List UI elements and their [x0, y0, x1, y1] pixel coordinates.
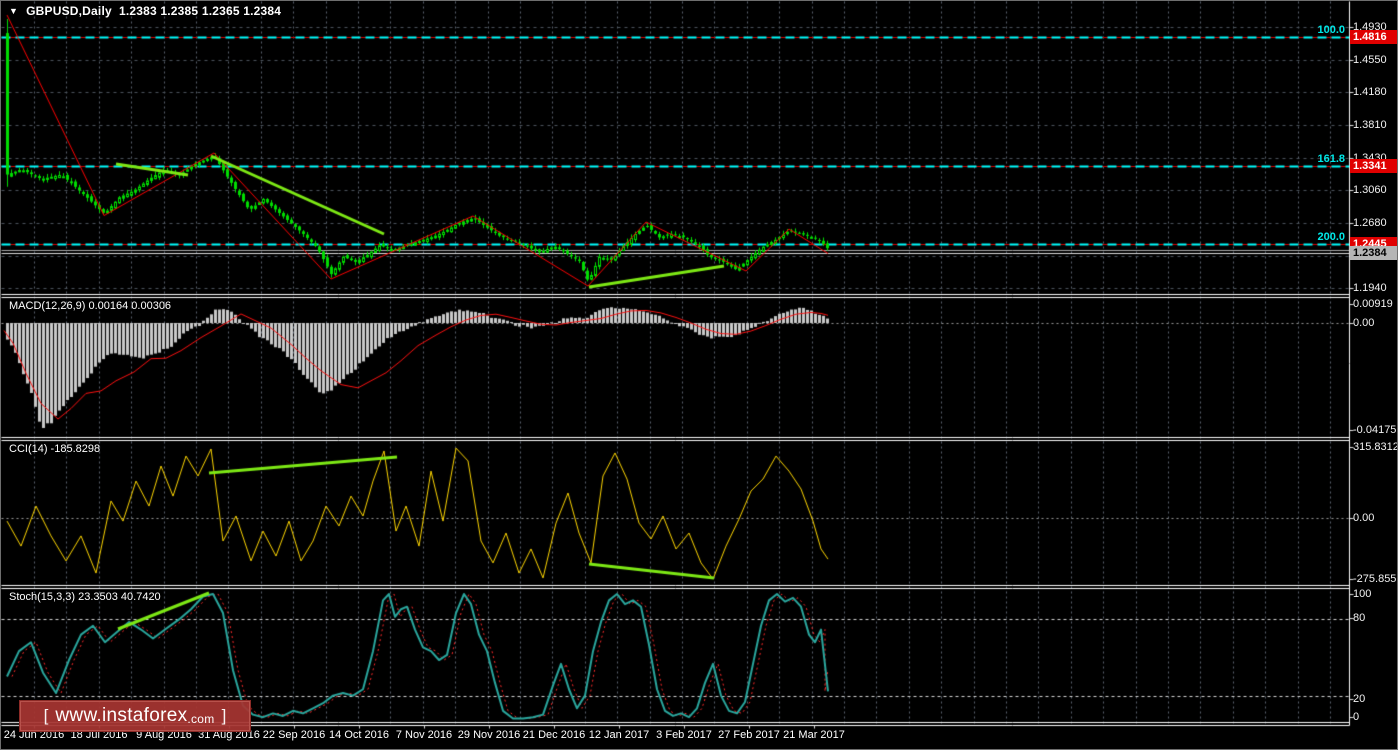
logo-bracket-right: ] [222, 706, 227, 726]
stoch-scale-tick: 80 [1353, 612, 1365, 624]
symbol-dropdown-icon[interactable]: ▼ [9, 6, 18, 16]
stoch-scale-tick: 20 [1353, 693, 1365, 705]
fibo-level-label: 161.8 [1317, 153, 1345, 165]
price-scale-tick: 1.2680 [1353, 217, 1387, 229]
date-axis-label[interactable]: 29 Nov 2016 [458, 729, 520, 741]
price-level-tag: 1.3341 [1350, 159, 1398, 173]
stoch-scale-tick: 0 [1353, 711, 1359, 723]
cci-scale-tick: 0.00 [1353, 512, 1374, 524]
date-axis-label[interactable]: 27 Feb 2017 [718, 729, 780, 741]
mt4-chart-window: ▼ GBPUSD,Daily 1.2383 1.2385 1.2365 1.238… [0, 0, 1398, 750]
price-level-tag: 1.4816 [1350, 30, 1398, 44]
date-axis-label[interactable]: 21 Dec 2016 [523, 729, 585, 741]
cci-scale-tick: -275.855 [1353, 573, 1396, 585]
cci-scale-tick: 315.8312 [1353, 441, 1398, 453]
date-axis-label[interactable]: 22 Sep 2016 [263, 729, 325, 741]
current-price-tag: 1.2384 [1350, 246, 1398, 260]
price-scale-tick: 1.4180 [1353, 86, 1387, 98]
chart-title: ▼ GBPUSD,Daily 1.2383 1.2385 1.2365 1.238… [9, 4, 281, 18]
date-axis-label[interactable]: 3 Feb 2017 [656, 729, 712, 741]
price-scale-tick: 1.3060 [1353, 184, 1387, 196]
symbol-name: GBPUSD,Daily [26, 4, 112, 18]
macd-scale-tick: 0.00 [1353, 317, 1374, 329]
logo-bracket-left: [ [44, 706, 49, 726]
stoch-indicator-label: Stoch(15,3,3) 23.3503 40.7420 [9, 591, 161, 603]
chart-canvas[interactable] [1, 1, 1398, 750]
date-axis-label[interactable]: 21 Mar 2017 [783, 729, 845, 741]
macd-scale-tick: -0.04175 [1353, 424, 1396, 436]
cci-indicator-label: CCI(14) -185.8298 [9, 443, 100, 455]
date-axis-label[interactable]: 7 Nov 2016 [396, 729, 452, 741]
logo-tld: .com [187, 707, 214, 726]
macd-indicator-label: MACD(12,26,9) 0.00164 0.00306 [9, 300, 171, 312]
date-axis-label[interactable]: 12 Jan 2017 [589, 729, 650, 741]
fibo-level-label: 200.0 [1317, 231, 1345, 243]
stoch-scale-tick: 100 [1353, 588, 1371, 600]
logo-text: www.instaforex [55, 705, 187, 727]
price-scale-tick: 1.1940 [1353, 282, 1387, 294]
fibo-level-label: 100.0 [1317, 24, 1345, 36]
instaforex-watermark: [ www.instaforex.com] [19, 700, 251, 732]
date-axis-label[interactable]: 14 Oct 2016 [329, 729, 389, 741]
ohlc-values: 1.2383 1.2385 1.2365 1.2384 [119, 4, 281, 18]
price-scale-tick: 1.4550 [1353, 54, 1387, 66]
price-scale-tick: 1.3810 [1353, 119, 1387, 131]
macd-scale-tick: 0.00919 [1353, 298, 1393, 310]
